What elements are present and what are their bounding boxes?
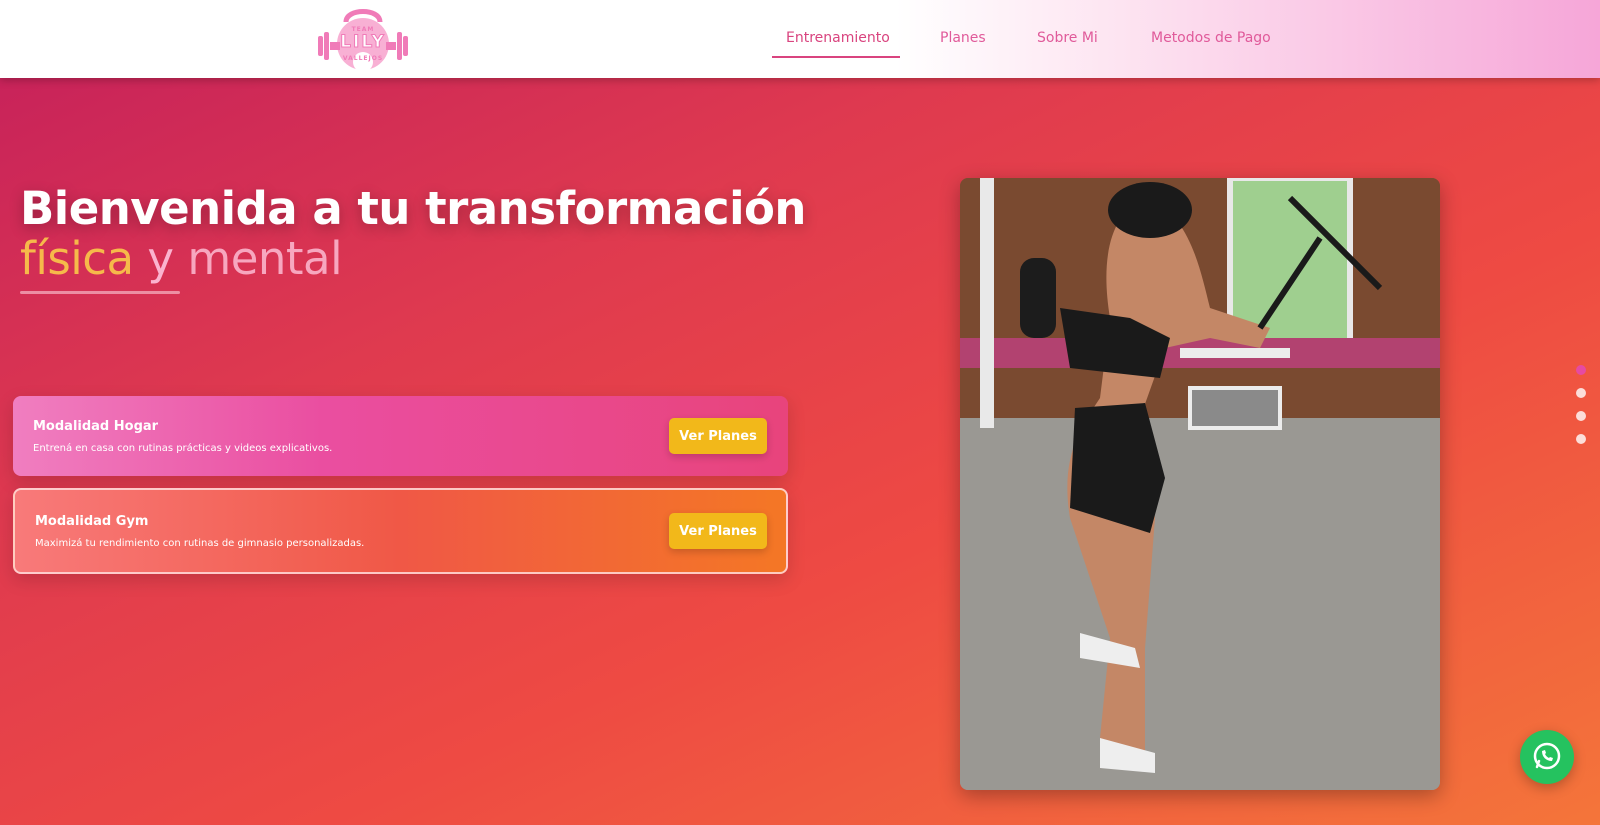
whatsapp-icon bbox=[1533, 742, 1561, 770]
hero-section: Bienvenida a tu transformación física y … bbox=[0, 78, 1600, 825]
site-header: TEAM LILY VALLEJOS Entrenamiento Planes … bbox=[0, 0, 1600, 78]
training-photo bbox=[960, 178, 1440, 790]
card-description: Entrená en casa con rutinas prácticas y … bbox=[33, 443, 333, 454]
nav-metodos-de-pago[interactable]: Metodos de Pago bbox=[1151, 30, 1271, 46]
nav-active-underline bbox=[772, 56, 900, 58]
carousel-dot-4[interactable] bbox=[1576, 434, 1586, 444]
nav-entrenamiento[interactable]: Entrenamiento bbox=[786, 30, 890, 46]
card-description: Maximizá tu rendimiento con rutinas de g… bbox=[35, 538, 365, 549]
hero-subtitle: física y mental bbox=[20, 232, 343, 285]
ver-planes-hogar-button[interactable]: Ver Planes bbox=[669, 418, 767, 454]
card-modalidad-hogar: Modalidad Hogar Entrená en casa con ruti… bbox=[13, 396, 788, 476]
hero-word-mental: mental bbox=[187, 232, 343, 285]
hero-divider bbox=[20, 291, 180, 294]
card-modalidad-gym: Modalidad Gym Maximizá tu rendimiento co… bbox=[13, 488, 788, 574]
card-title: Modalidad Gym bbox=[35, 514, 149, 529]
carousel-dot-3[interactable] bbox=[1576, 411, 1586, 421]
carousel-dot-2[interactable] bbox=[1576, 388, 1586, 398]
hero-word-y: y bbox=[147, 232, 174, 285]
training-photo-illustration bbox=[960, 178, 1440, 790]
hero-word-fisica: física bbox=[20, 232, 134, 285]
nav-planes[interactable]: Planes bbox=[940, 30, 986, 46]
card-title: Modalidad Hogar bbox=[33, 419, 159, 434]
nav-sobre-mi[interactable]: Sobre Mi bbox=[1037, 30, 1098, 46]
hero-title: Bienvenida a tu transformación bbox=[20, 182, 806, 235]
logo-text-name: LILY bbox=[340, 32, 386, 53]
whatsapp-button[interactable] bbox=[1520, 730, 1574, 784]
ver-planes-gym-button[interactable]: Ver Planes bbox=[669, 513, 767, 549]
carousel-dot-1[interactable] bbox=[1576, 365, 1586, 375]
logo-text-surname: VALLEJOS bbox=[342, 55, 384, 62]
logo[interactable]: TEAM LILY VALLEJOS bbox=[316, 6, 410, 74]
